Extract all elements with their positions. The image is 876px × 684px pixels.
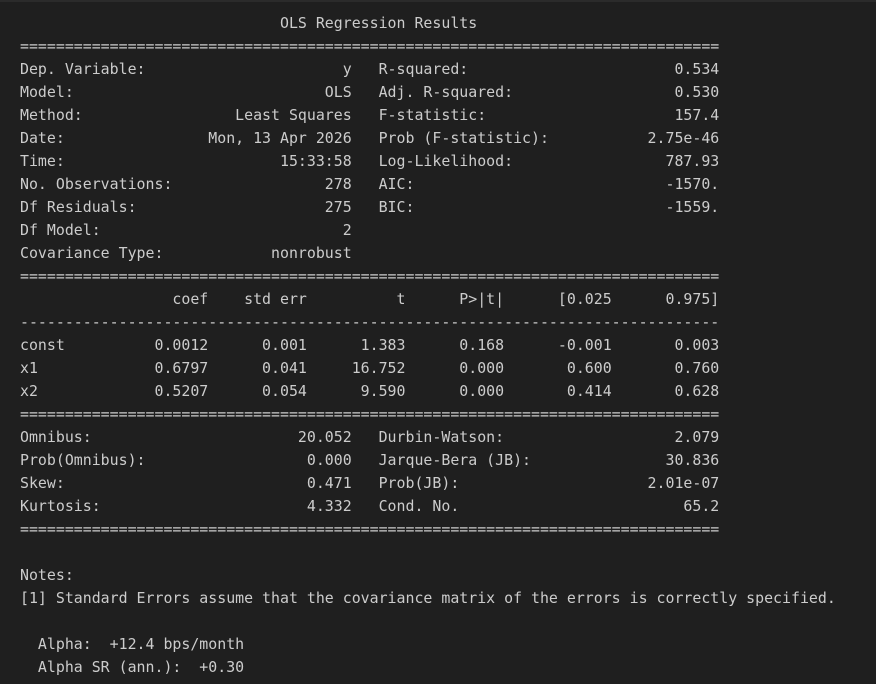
- summary-row-model: Model: OLS Adj. R-squared: 0.530: [20, 83, 720, 101]
- separator-double: ========================================…: [20, 405, 720, 423]
- summary-row-method: Method: Least Squares F-statistic: 157.4: [20, 106, 720, 124]
- diagnostics-row-skew: Skew: 0.471 Prob(JB): 2.01e-07: [20, 474, 720, 492]
- summary-row-df-residuals: Df Residuals: 275 BIC: -1559.: [20, 198, 720, 216]
- summary-row-dep-variable: Dep. Variable: y R-squared: 0.534: [20, 60, 720, 78]
- coef-row-x2: x2 0.5207 0.054 9.590 0.000 0.414 0.628: [20, 382, 720, 400]
- summary-row-df-model: Df Model: 2: [20, 221, 720, 239]
- summary-row-covariance-type: Covariance Type: nonrobust: [20, 244, 720, 262]
- summary-row-observations: No. Observations: 278 AIC: -1570.: [20, 175, 720, 193]
- coef-row-const: const 0.0012 0.001 1.383 0.168 -0.001 0.…: [20, 336, 720, 354]
- separator-single: ----------------------------------------…: [20, 313, 720, 331]
- diagnostics-row-prob-omnibus: Prob(Omnibus): 0.000 Jarque-Bera (JB): 3…: [20, 451, 720, 469]
- separator-double: ========================================…: [20, 267, 720, 285]
- coef-row-x1: x1 0.6797 0.041 16.752 0.000 0.600 0.760: [20, 359, 720, 377]
- diagnostics-row-omnibus: Omnibus: 20.052 Durbin-Watson: 2.079: [20, 428, 720, 446]
- notes-heading: Notes:: [20, 566, 74, 584]
- notes-item-1: [1] Standard Errors assume that the cova…: [20, 589, 836, 607]
- diagnostics-row-kurtosis: Kurtosis: 4.332 Cond. No. 65.2: [20, 497, 720, 515]
- alpha-sr-line: Alpha SR (ann.): +0.30: [20, 658, 245, 676]
- separator-double: ========================================…: [20, 37, 720, 55]
- ols-title: OLS Regression Results: [20, 14, 729, 32]
- panel-top-border: [0, 0, 876, 2]
- output-panel: OLS Regression Results =================…: [20, 12, 870, 679]
- separator-double: ========================================…: [20, 520, 720, 538]
- alpha-line: Alpha: +12.4 bps/month: [20, 635, 245, 653]
- summary-row-date: Date: Mon, 13 Apr 2026 Prob (F-statistic…: [20, 129, 720, 147]
- summary-row-time: Time: 15:33:58 Log-Likelihood: 787.93: [20, 152, 720, 170]
- coef-table-header: coef std err t P>|t| [0.025 0.975]: [20, 290, 720, 308]
